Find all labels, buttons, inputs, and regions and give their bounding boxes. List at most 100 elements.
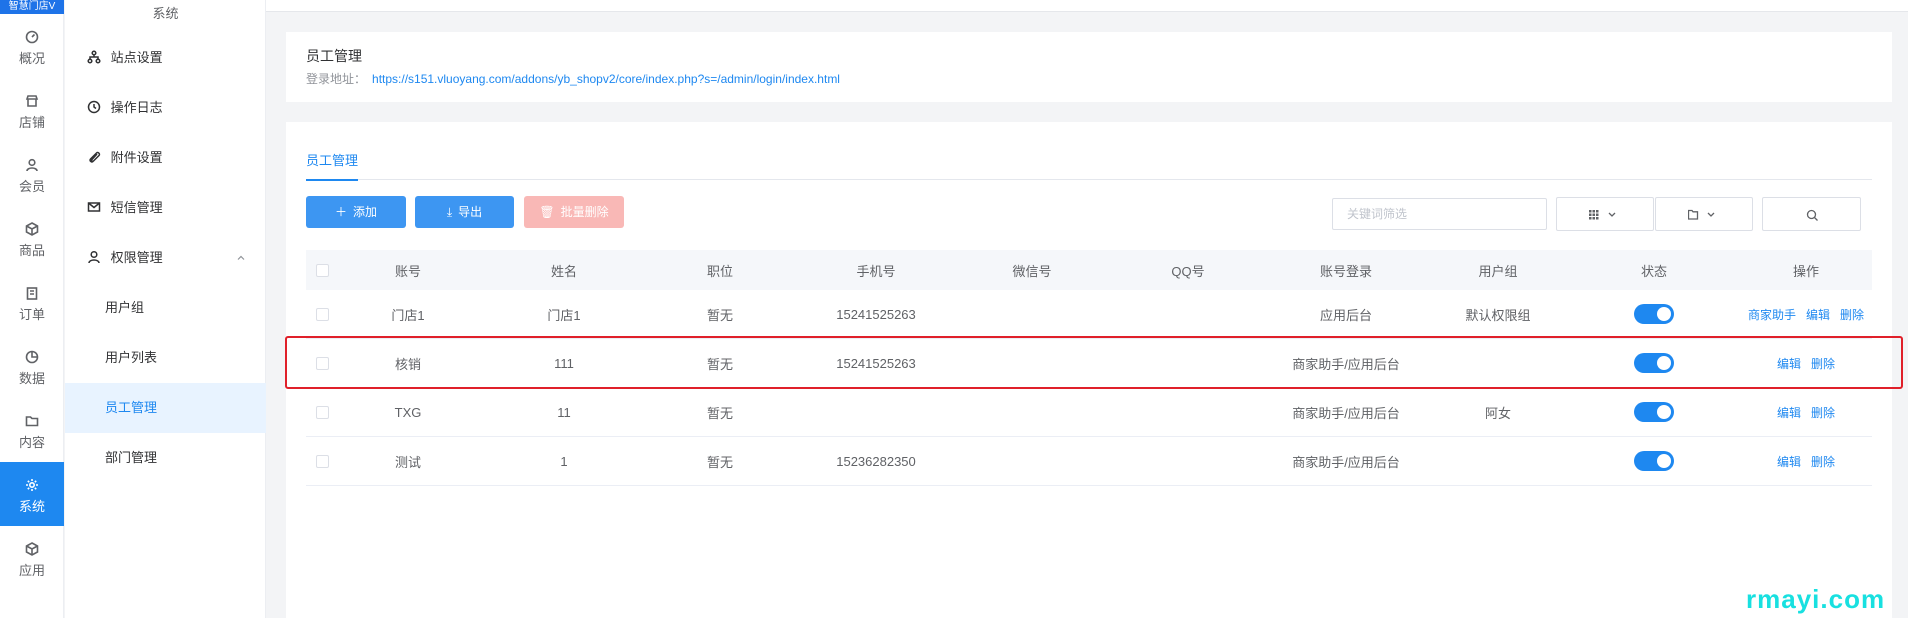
row-checkbox[interactable] bbox=[315, 307, 329, 321]
batch-delete-button-label: 批量删除 bbox=[560, 205, 609, 219]
cell-position: 暂无 bbox=[706, 454, 733, 470]
delete-link[interactable]: 删除 bbox=[1811, 453, 1835, 470]
cell-name: 1 bbox=[560, 453, 568, 469]
rail-item-system[interactable]: 系统 bbox=[0, 462, 64, 526]
col-login: 账号登录 bbox=[1319, 263, 1372, 279]
main-nav-rail: 智慧门店V 概况 店铺 会员 商品 订单 数据 内容 系统 应用 bbox=[0, 0, 64, 618]
submenu-title: 系统 bbox=[152, 6, 179, 21]
delete-link[interactable]: 删除 bbox=[1811, 355, 1835, 372]
cell-name: 门店1 bbox=[547, 307, 581, 323]
cell-phone: 15241525263 bbox=[836, 355, 916, 371]
rail-item-store[interactable]: 店铺 bbox=[0, 78, 64, 142]
submenu-item-attachment-settings[interactable]: 附件设置 bbox=[65, 133, 266, 183]
submenu-item-site-settings[interactable]: 站点设置 bbox=[65, 33, 266, 83]
submenu-label: 操作日志 bbox=[110, 100, 163, 115]
col-name: 姓名 bbox=[550, 263, 577, 279]
column-toggle-button[interactable] bbox=[1556, 197, 1654, 231]
status-toggle[interactable] bbox=[1634, 353, 1674, 373]
submenu-label: 站点设置 bbox=[110, 50, 163, 65]
rail-item-overview[interactable]: 概况 bbox=[0, 14, 64, 78]
select-all-checkbox[interactable] bbox=[315, 263, 329, 277]
edit-link[interactable]: 编辑 bbox=[1777, 355, 1801, 372]
status-toggle[interactable] bbox=[1634, 451, 1674, 471]
export-menu-button[interactable] bbox=[1655, 197, 1753, 231]
rail-item-content[interactable]: 内容 bbox=[0, 398, 64, 462]
history-icon bbox=[87, 100, 101, 114]
row-checkbox[interactable] bbox=[315, 454, 329, 468]
col-actions: 操作 bbox=[1792, 263, 1819, 279]
export-button[interactable]: ⤓ 导出 bbox=[415, 196, 514, 228]
delete-link[interactable]: 删除 bbox=[1840, 306, 1864, 323]
cell-user-group bbox=[1446, 339, 1550, 387]
user-icon bbox=[26, 158, 38, 172]
page-header-card: 员工管理 登录地址： https://s151.vluoyang.com/addo… bbox=[286, 32, 1892, 102]
app-logo: 智慧门店V bbox=[0, 0, 64, 14]
submenu-item-operation-log[interactable]: 操作日志 bbox=[65, 83, 266, 133]
rail-label: 会员 bbox=[18, 179, 45, 194]
submenu-item-sms[interactable]: 短信管理 bbox=[65, 183, 266, 233]
add-button-label: 添加 bbox=[353, 205, 378, 219]
delete-link[interactable]: 删除 bbox=[1811, 404, 1835, 421]
login-url-link[interactable]: https://s151.vluoyang.com/addons/yb_shop… bbox=[372, 72, 840, 86]
user-icon bbox=[88, 250, 100, 264]
tab-bar: 员工管理 bbox=[306, 140, 1872, 181]
cell-account: TXG bbox=[394, 404, 422, 420]
submenu-item-user-group[interactable]: 用户组 bbox=[65, 283, 266, 333]
merchant-assistant-link[interactable]: 商家助手 bbox=[1748, 306, 1796, 323]
export-button-label: 导出 bbox=[458, 205, 483, 219]
submenu-item-staff-management[interactable]: 员工管理 bbox=[65, 383, 266, 433]
rail-item-goods[interactable]: 商品 bbox=[0, 206, 64, 270]
search-button[interactable] bbox=[1762, 197, 1861, 231]
cell-qq bbox=[1136, 388, 1240, 436]
col-account: 账号 bbox=[394, 263, 421, 279]
clipboard-icon bbox=[26, 287, 38, 300]
submenu-label: 短信管理 bbox=[110, 200, 163, 215]
cell-wechat bbox=[980, 388, 1084, 436]
edit-link[interactable]: 编辑 bbox=[1777, 453, 1801, 470]
box-icon bbox=[25, 222, 39, 236]
search-icon bbox=[1806, 209, 1818, 221]
table-row: 核销 111 暂无 15241525263 商家助手/应用后台 编辑 删除 bbox=[306, 339, 1872, 388]
watermark: rmayi.com bbox=[1746, 584, 1886, 614]
cell-qq bbox=[1136, 339, 1240, 387]
keyword-filter-input[interactable] bbox=[1332, 198, 1547, 230]
submenu-item-permissions[interactable]: 权限管理 bbox=[65, 233, 266, 283]
cell-qq bbox=[1136, 437, 1240, 485]
tab-staff-management[interactable]: 员工管理 bbox=[306, 150, 359, 181]
cell-qq bbox=[1136, 290, 1240, 338]
status-toggle[interactable] bbox=[1634, 402, 1674, 422]
cube-icon bbox=[25, 542, 39, 556]
cell-position: 暂无 bbox=[706, 307, 733, 323]
rail-label: 店铺 bbox=[18, 115, 45, 130]
paperclip-icon bbox=[89, 151, 101, 163]
folder-icon bbox=[25, 416, 39, 427]
rail-item-member[interactable]: 会员 bbox=[0, 142, 64, 206]
cell-name: 111 bbox=[554, 355, 574, 371]
system-submenu: 系统 站点设置 操作日志 附件设置 短信管理 权限管理 用户组 用户列表 员工管… bbox=[65, 0, 266, 618]
add-button[interactable]: ＋ 添加 bbox=[306, 196, 406, 228]
status-toggle[interactable] bbox=[1634, 304, 1674, 324]
table-header: 账号 姓名 职位 手机号 微信号 QQ号 账号登录 用户组 状态 操作 bbox=[306, 250, 1872, 290]
rail-label: 数据 bbox=[18, 371, 45, 386]
edit-link[interactable]: 编辑 bbox=[1777, 404, 1801, 421]
submenu-item-department[interactable]: 部门管理 bbox=[65, 433, 266, 483]
cell-position: 暂无 bbox=[706, 405, 733, 421]
chevron-up-icon bbox=[237, 255, 245, 260]
rail-item-data[interactable]: 数据 bbox=[0, 334, 64, 398]
rail-item-order[interactable]: 订单 bbox=[0, 270, 64, 334]
cell-name: 11 bbox=[557, 404, 571, 420]
cell-position: 暂无 bbox=[706, 356, 733, 372]
cell-account: 门店1 bbox=[391, 307, 425, 323]
row-checkbox[interactable] bbox=[315, 356, 329, 370]
submenu-item-user-list[interactable]: 用户列表 bbox=[65, 333, 266, 383]
sitemap-icon bbox=[87, 50, 101, 64]
batch-delete-button[interactable]: 🗑 批量删除 bbox=[524, 196, 624, 228]
cell-login: 商家助手/应用后台 bbox=[1292, 454, 1400, 470]
plus-icon: ＋ bbox=[334, 205, 347, 219]
cell-login: 商家助手/应用后台 bbox=[1292, 405, 1400, 421]
row-checkbox[interactable] bbox=[315, 405, 329, 419]
rail-label: 应用 bbox=[18, 563, 45, 578]
rail-item-apps[interactable]: 应用 bbox=[0, 526, 64, 590]
staff-table: 账号 姓名 职位 手机号 微信号 QQ号 账号登录 用户组 状态 操作 门店1 … bbox=[306, 250, 1872, 486]
edit-link[interactable]: 编辑 bbox=[1806, 306, 1830, 323]
